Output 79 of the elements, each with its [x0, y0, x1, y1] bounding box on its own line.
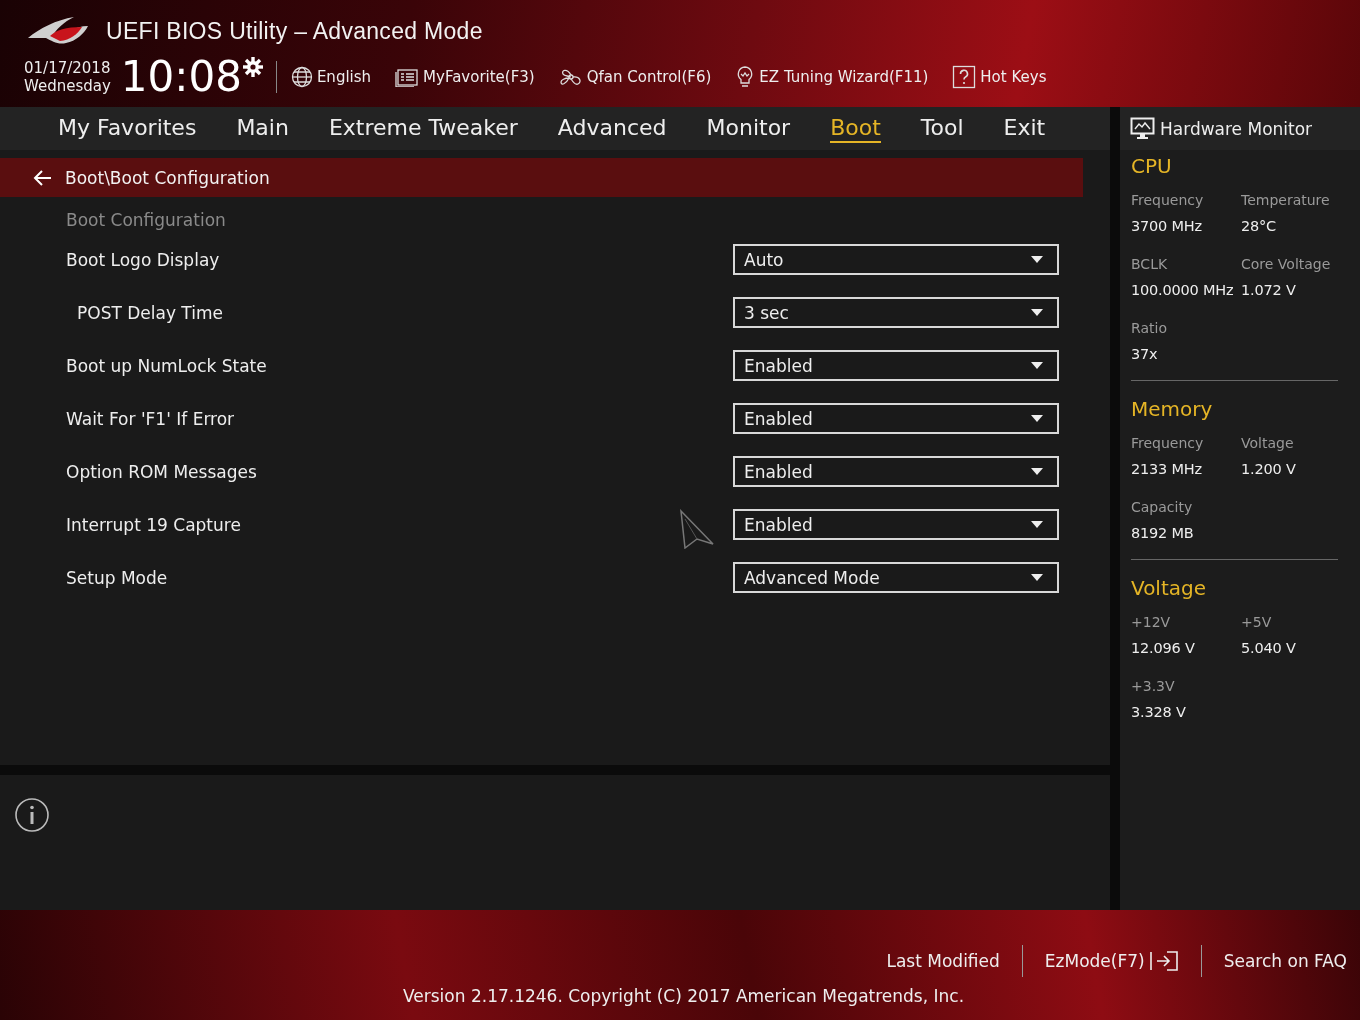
- setting-label: Boot Logo Display: [65, 249, 220, 272]
- caret-icon: [1031, 256, 1043, 263]
- metric-label: Frequency: [1131, 191, 1205, 210]
- back-arrow-icon: [33, 168, 53, 187]
- metric-label: Temperature: [1241, 191, 1331, 210]
- breadcrumb: Boot\Boot Configuration: [65, 167, 270, 188]
- version-text: Version 2.17.1246. Copyright (C) 2017 American Megatrends, Inc.: [403, 986, 965, 1006]
- help-icon: [952, 65, 977, 89]
- cursor-icon: [679, 509, 715, 549]
- caret-icon: [1031, 521, 1043, 528]
- language-button[interactable]: English: [290, 66, 372, 88]
- metric-value: 12.096 V: [1131, 639, 1196, 658]
- toolbar-button[interactable]: MyFavorite(F3): [395, 67, 535, 87]
- metric-value: 2133 MHz: [1131, 460, 1203, 479]
- setting-label: POST Delay Time: [76, 302, 223, 325]
- window-title: UEFI BIOS Utility – Advanced Mode: [106, 17, 483, 45]
- tab[interactable]: Extreme Tweaker: [328, 107, 518, 150]
- metric-value: 1.200 V: [1241, 460, 1297, 479]
- dropdown[interactable]: Advanced Mode: [733, 562, 1059, 593]
- metric-label: BCLK: [1131, 255, 1169, 274]
- settings-icon: [241, 56, 264, 78]
- metric-value: 1.072 V: [1241, 281, 1297, 300]
- metric-label: Frequency: [1131, 434, 1205, 453]
- section-heading: Voltage: [1131, 576, 1208, 600]
- metric-label: Ratio: [1131, 319, 1168, 338]
- section-heading: CPU: [1131, 154, 1173, 178]
- globe-icon: [290, 66, 313, 88]
- dropdown[interactable]: Auto: [733, 244, 1059, 275]
- caret-icon: [1031, 362, 1043, 369]
- metric-label: Capacity: [1131, 498, 1194, 517]
- footer-link[interactable]: Search on FAQ: [1201, 951, 1347, 971]
- metric-value: 3.328 V: [1131, 703, 1187, 722]
- caret-icon: [1031, 309, 1043, 316]
- date: 01/17/2018: [24, 59, 111, 77]
- metric-label: +3.3V: [1131, 677, 1176, 696]
- footer-link[interactable]: Last Modified: [864, 951, 1022, 971]
- setting-label: Interrupt 19 Capture: [65, 514, 241, 537]
- exit-icon: [1148, 950, 1179, 972]
- setting-label: Option ROM Messages: [65, 461, 257, 484]
- metric-label: Core Voltage: [1241, 255, 1332, 274]
- setting-label: Wait For 'F1' If Error: [65, 408, 235, 431]
- monitor-icon: [1130, 116, 1156, 141]
- toolbar-button[interactable]: EZ Tuning Wizard(F11): [735, 65, 929, 89]
- dropdown[interactable]: Enabled: [733, 509, 1059, 540]
- metric-value: 28°C: [1241, 217, 1278, 236]
- tab[interactable]: Monitor: [706, 107, 791, 150]
- weekday: Wednesday: [24, 77, 111, 95]
- metric-label: +5V: [1241, 613, 1273, 632]
- setting-label: Setup Mode: [65, 567, 168, 590]
- toolbar-button[interactable]: Qfan Control(F6): [558, 66, 712, 88]
- section-title: Boot Configuration: [65, 209, 227, 232]
- toolbar-button[interactable]: Hot Keys: [952, 65, 1047, 89]
- metric-label: Voltage: [1241, 434, 1295, 453]
- setting-label: Boot up NumLock State: [65, 355, 267, 378]
- tab[interactable]: Tool: [920, 107, 964, 150]
- caret-icon: [1031, 574, 1043, 581]
- metric-value: 3700 MHz: [1131, 217, 1203, 236]
- dropdown[interactable]: 3 sec: [733, 297, 1059, 328]
- metric-value: 100.0000 MHz: [1131, 281, 1235, 300]
- tab[interactable]: Boot: [830, 107, 881, 150]
- tab[interactable]: Advanced: [557, 107, 667, 150]
- tab[interactable]: Exit: [1003, 107, 1046, 150]
- metric-value: 5.040 V: [1241, 639, 1297, 658]
- dropdown[interactable]: Enabled: [733, 350, 1059, 381]
- dropdown[interactable]: Enabled: [733, 456, 1059, 487]
- dropdown[interactable]: Enabled: [733, 403, 1059, 434]
- tab[interactable]: Main: [236, 107, 289, 150]
- list-icon: [395, 67, 420, 87]
- info-icon: [14, 797, 50, 833]
- section-heading: Memory: [1131, 397, 1214, 421]
- caret-icon: [1031, 468, 1043, 475]
- clock-time: 10:08: [120, 54, 242, 100]
- tab[interactable]: My Favorites: [58, 107, 197, 150]
- panel-title: Hardware Monitor: [1160, 118, 1313, 139]
- metric-value: 8192 MB: [1131, 524, 1195, 543]
- metric-label: +12V: [1131, 613, 1172, 632]
- caret-icon: [1031, 415, 1043, 422]
- metric-value: 37x: [1131, 345, 1159, 364]
- footer-link[interactable]: EzMode(F7): [1022, 950, 1201, 972]
